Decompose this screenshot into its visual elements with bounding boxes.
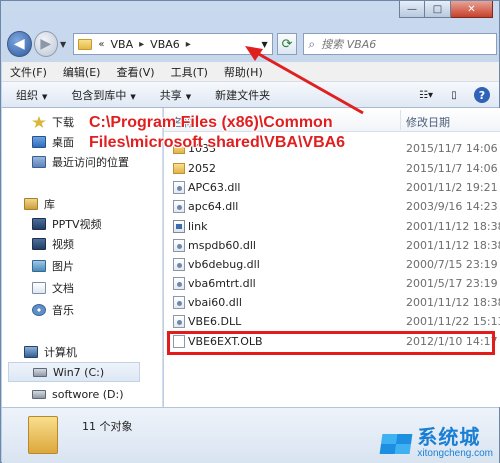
path-annotation-line-2: Files\microsoft shared\VBA\VBA6	[89, 134, 346, 151]
folder-icon	[28, 416, 58, 454]
watermark-url: xitongcheng.com	[417, 448, 493, 459]
path-annotation: C:\Program Files (x86)\Common Files\micr…	[89, 113, 389, 153]
item-count: 11 个对象	[82, 420, 133, 433]
watermark-text: 系统城	[417, 425, 481, 449]
status-bar: 11 个对象 系统城 xitongcheng.com	[2, 407, 499, 463]
watermark: 系统城 xitongcheng.com	[379, 426, 493, 459]
annotation-arrow	[245, 46, 364, 115]
explorer-window: — □ ✕ ◀ ▶ ▼ « VBA ▸ VBA6 ▸ ▼ ⟳ ⌕ 文件(F) 编…	[0, 0, 500, 463]
watermark-logo-icon	[379, 428, 413, 458]
path-annotation-line-1: C:\Program Files (x86)\Common	[89, 114, 333, 131]
